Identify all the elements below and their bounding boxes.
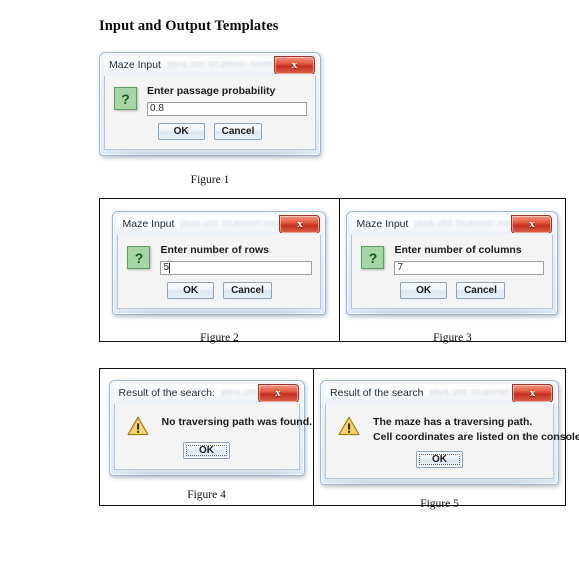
probability-input[interactable]: 0.8 — [147, 101, 307, 116]
figure-1-caption: Figure 1 — [190, 173, 230, 186]
dialog-shadow — [104, 151, 316, 156]
dialog-titlebar[interactable]: Maze Input java.util.Scanner.nextInt x — [351, 215, 554, 233]
prompt-label: Enter number of columns — [394, 244, 522, 256]
dialog-shadow — [325, 481, 555, 486]
input-fields: Enter passage probability 0.8 — [147, 85, 307, 116]
dialog-titlebar[interactable]: Maze Input java.util.Scanner.nextInt x — [117, 215, 322, 233]
figure-2-caption: Figure 2 — [200, 331, 239, 344]
cancel-button[interactable]: Cancel — [456, 281, 505, 299]
input-row: ? Enter number of columns 7 — [352, 235, 552, 275]
message-texts: The maze has a traversing path. Cell coo… — [373, 415, 579, 445]
question-icon: ? — [114, 87, 137, 110]
rows-input[interactable]: 5 — [160, 260, 313, 275]
warning-icon-svg — [338, 416, 360, 436]
dialog-body: ? Enter number of rows 5 OK Cancel — [117, 235, 322, 309]
cancel-button[interactable]: Cancel — [213, 122, 263, 140]
message-row: The maze has a traversing path. Cell coo… — [326, 404, 579, 445]
figure-5-cell: Result of the search java.util.Scanner.n… — [313, 369, 579, 510]
dialog-body: The maze has a traversing path. Cell coo… — [325, 404, 579, 480]
dialog-title: Maze Input — [122, 217, 175, 230]
close-icon[interactable]: x — [511, 215, 553, 233]
dialog-titlebar[interactable]: Maze Input java.util.Scanner.nextInt x — [104, 56, 316, 74]
dialog-button-row: OK Cancel — [118, 275, 320, 308]
dialog-titlebar[interactable]: Result of the search: java.util.Scanner.… — [113, 384, 300, 402]
close-icon-glyph: x — [291, 59, 298, 71]
close-icon-glyph: x — [529, 387, 536, 399]
result-dialog-no-path[interactable]: Result of the search: java.util.Scanner.… — [108, 380, 312, 476]
message-texts: No traversing path was found. — [162, 415, 313, 430]
figure-2-3-table: Maze Input java.util.Scanner.nextInt x ?… — [99, 198, 566, 344]
dialog-shadow — [351, 310, 554, 315]
ok-button[interactable]: OK — [400, 281, 448, 299]
dialog-button-row: OK — [115, 436, 299, 469]
figure-4-caption: Figure 4 — [187, 489, 226, 501]
question-icon: ? — [127, 246, 151, 269]
dialog-body: ? Enter passage probability 0.8 OK Cance… — [104, 76, 316, 150]
message-row: No traversing path was found. — [115, 404, 312, 436]
warning-icon-svg — [126, 416, 149, 436]
maze-input-dialog-columns[interactable]: Maze Input java.util.Scanner.nextInt x ?… — [346, 211, 559, 315]
close-icon-glyph: x — [275, 387, 281, 399]
text-caret — [169, 262, 171, 273]
columns-input[interactable]: 7 — [394, 260, 545, 275]
dialog-button-row: OK Cancel — [105, 116, 315, 149]
figure-1-group: Maze Input java.util.Scanner.nextInt x ?… — [99, 52, 321, 186]
result-dialog-has-path[interactable]: Result of the search java.util.Scanner.n… — [320, 380, 579, 486]
figure-2-cell: Maze Input java.util.Scanner.nextInt x ?… — [100, 199, 339, 344]
question-icon-glyph: ? — [368, 249, 378, 266]
message-line-1: The maze has a traversing path. — [373, 416, 533, 428]
dialog-title: Maze Input — [356, 217, 409, 230]
dialog-shadow — [113, 472, 300, 476]
figure-3-cell: Maze Input java.util.Scanner.nextInt x ?… — [338, 199, 565, 344]
cancel-button[interactable]: Cancel — [223, 281, 272, 299]
input-row: ? Enter passage probability 0.8 — [105, 76, 315, 116]
dialog-title: Maze Input — [109, 58, 161, 71]
dialog-titlebar[interactable]: Result of the search java.util.Scanner.n… — [325, 384, 555, 402]
prompt-label: Enter passage probability — [147, 85, 276, 97]
ok-button[interactable]: OK — [167, 281, 215, 299]
close-icon[interactable]: x — [512, 384, 554, 402]
warning-icon — [338, 416, 360, 436]
question-icon-glyph: ? — [134, 249, 144, 266]
dialog-title: Result of the search — [330, 386, 424, 399]
close-icon[interactable]: x — [274, 56, 315, 74]
input-fields: Enter number of columns 7 — [394, 244, 545, 275]
dialog-body: No traversing path was found. OK — [113, 404, 312, 470]
dialog-title: Result of the search: — [118, 386, 215, 399]
ok-button[interactable]: OK — [416, 451, 464, 469]
prompt-label: Enter number of rows — [160, 244, 269, 256]
message-line-2: Cell coordinates are listed on the conso… — [373, 431, 579, 444]
figure-4-cell: Result of the search: java.util.Scanner.… — [100, 369, 313, 505]
page-title: Input and Output Templates — [99, 18, 279, 34]
input-row: ? Enter number of rows 5 — [118, 235, 320, 275]
dialog-button-row: OK — [326, 445, 553, 478]
dialog-shadow — [117, 310, 322, 315]
close-icon-glyph: x — [297, 218, 303, 230]
question-icon-glyph: ? — [121, 90, 130, 107]
dialog-body: ? Enter number of columns 7 OK Cancel — [351, 235, 554, 309]
message-line-1: No traversing path was found. — [161, 416, 313, 428]
figure-4-5-table: Result of the search: java.util.Scanner.… — [99, 368, 579, 510]
columns-input-value: 7 — [397, 261, 404, 273]
probability-input-value: 0.8 — [150, 102, 164, 114]
maze-input-dialog-probability[interactable]: Maze Input java.util.Scanner.nextInt x ?… — [99, 52, 321, 156]
figure-3-caption: Figure 3 — [433, 331, 472, 344]
dialog-button-row: OK Cancel — [352, 275, 552, 308]
close-icon[interactable]: x — [257, 384, 299, 402]
maze-input-dialog-rows[interactable]: Maze Input java.util.Scanner.nextInt x ?… — [112, 211, 327, 315]
figure-5-caption: Figure 5 — [420, 498, 459, 511]
close-icon-glyph: x — [529, 218, 535, 230]
ok-button[interactable]: OK — [157, 122, 205, 140]
input-fields: Enter number of rows 5 — [160, 244, 313, 275]
close-icon[interactable]: x — [279, 215, 321, 233]
question-icon: ? — [361, 246, 385, 269]
warning-icon — [126, 416, 149, 436]
ok-button[interactable]: OK — [183, 442, 231, 459]
